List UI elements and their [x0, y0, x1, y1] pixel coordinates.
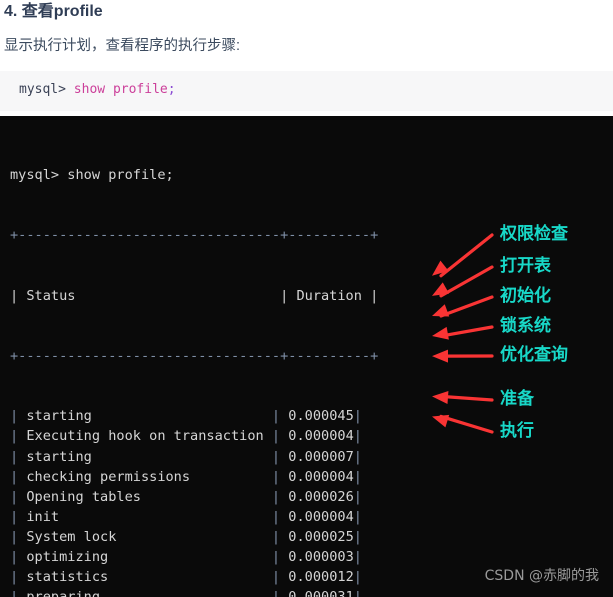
- table-rule-top: +--------------------------------+------…: [10, 227, 379, 244]
- table-header-row: | Status | Duration |: [10, 287, 379, 304]
- table-row: | Opening tables | 0.000026|: [10, 488, 362, 505]
- terminal-command: mysql> show profile;: [10, 167, 174, 184]
- terminal-text: mysql> show profile; +------------------…: [10, 125, 378, 597]
- code-block: mysql> show profile;: [0, 71, 613, 111]
- watermark: CSDN @赤脚的我: [484, 568, 599, 584]
- table-row: | preparing | 0.000031|: [10, 587, 378, 597]
- table-row: | optimizing | 0.000003|: [10, 548, 362, 565]
- code-keyword-profile: profile: [112, 82, 168, 97]
- code-line: mysql> show profile;: [0, 71, 613, 98]
- table-row: | Executing hook on transaction | 0.0000…: [10, 428, 362, 445]
- table-row: | starting | 0.000007|: [10, 448, 362, 465]
- table-body: | starting | 0.000045| | Executing hook o…: [10, 406, 378, 597]
- table-rule-mid: +--------------------------------+------…: [10, 348, 379, 365]
- code-semicolon: ;: [167, 82, 176, 97]
- table-row: | init | 0.000004|: [10, 508, 362, 525]
- code-keyword-show: show: [73, 82, 106, 97]
- page-title: 4. 查看profile: [4, 3, 103, 20]
- table-row: | System lock | 0.000025|: [10, 528, 362, 545]
- description-text: 显示执行计划，查看程序的执行步骤:: [4, 38, 241, 54]
- article-section: 4. 查看profile 显示执行计划，查看程序的执行步骤:: [0, 0, 613, 56]
- table-row: | starting | 0.000045|: [10, 408, 362, 425]
- code-prompt: mysql>: [19, 82, 66, 97]
- terminal-output: mysql> show profile; +------------------…: [0, 116, 613, 597]
- table-row: | checking permissions | 0.000004|: [10, 468, 362, 485]
- table-row: | statistics | 0.000012|: [10, 569, 362, 586]
